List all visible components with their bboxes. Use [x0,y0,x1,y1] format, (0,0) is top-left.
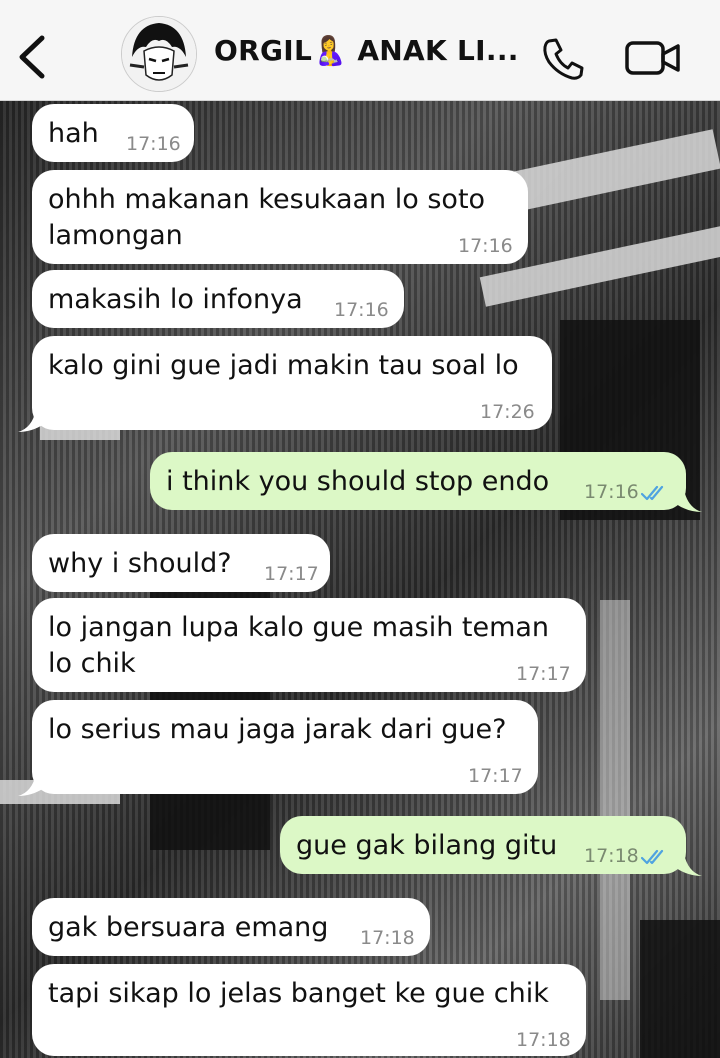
message-text: why i should? [48,548,232,579]
message-text: hah [48,118,99,149]
message-text: lo chik [48,648,136,679]
message-time: 17:16 [458,235,513,257]
message-text: gak bersuara emang [48,912,329,943]
message-text: tapi sikap lo jelas banget ke gue chik [48,978,549,1009]
message-bubble-incoming[interactable]: why i should? 17:17 [32,534,330,592]
message-bubble-incoming[interactable]: lo serius mau jaga jarak dari gue? 17:17 [32,700,538,794]
read-receipt-icon [640,849,663,864]
message-time: 17:17 [516,663,571,685]
message-bubble-incoming[interactable]: makasih lo infonya 17:16 [32,270,404,328]
bubble-tail [18,410,44,432]
message-time-text: 17:16 [584,481,639,503]
message-time: 17:18 [584,838,669,874]
message-time: 17:16 [334,299,389,321]
message-time: 17:18 [516,1029,571,1051]
message-text: makasih lo infonya [48,284,303,315]
bubble-tail [18,774,44,796]
message-time: 17:16 [126,133,181,155]
message-bubble-outgoing[interactable]: gue gak bilang gitu 17:18 [280,816,686,874]
message-bubble-incoming[interactable]: ohhh makanan kesukaan lo soto lamongan 1… [32,170,528,264]
message-bubble-incoming[interactable]: kalo gini gue jadi makin tau soal lo 17:… [32,336,552,430]
message-text: i think you should stop endo [166,466,550,497]
message-time-text: 17:18 [584,845,639,867]
message-time: 17:18 [360,927,415,949]
message-text: kalo gini gue jadi makin tau soal lo [48,350,519,381]
message-time: 17:17 [264,563,319,585]
bubble-tail [676,854,702,876]
message-list: hah 17:16 ohhh makanan kesukaan lo soto … [0,0,720,1058]
message-text: gue gak bilang gitu [296,830,558,861]
message-text: lo jangan lupa kalo gue masih teman [48,612,550,643]
message-bubble-incoming[interactable]: gak bersuara emang 17:18 [32,898,430,956]
message-time: 17:17 [468,765,523,787]
bubble-tail [676,490,702,512]
message-bubble-outgoing[interactable]: i think you should stop endo 17:16 [150,452,686,510]
message-time: 17:26 [480,401,535,423]
message-text: lo serius mau jaga jarak dari gue? [48,714,507,745]
message-text: lamongan [48,220,183,251]
message-text: ohhh makanan kesukaan lo soto [48,184,486,215]
read-receipt-icon [640,485,663,500]
message-bubble-incoming[interactable]: hah 17:16 [32,104,194,162]
message-bubble-incoming[interactable]: lo jangan lupa kalo gue masih teman lo c… [32,598,586,692]
message-time: 17:16 [584,474,669,510]
message-bubble-incoming[interactable]: tapi sikap lo jelas banget ke gue chik 1… [32,964,586,1056]
